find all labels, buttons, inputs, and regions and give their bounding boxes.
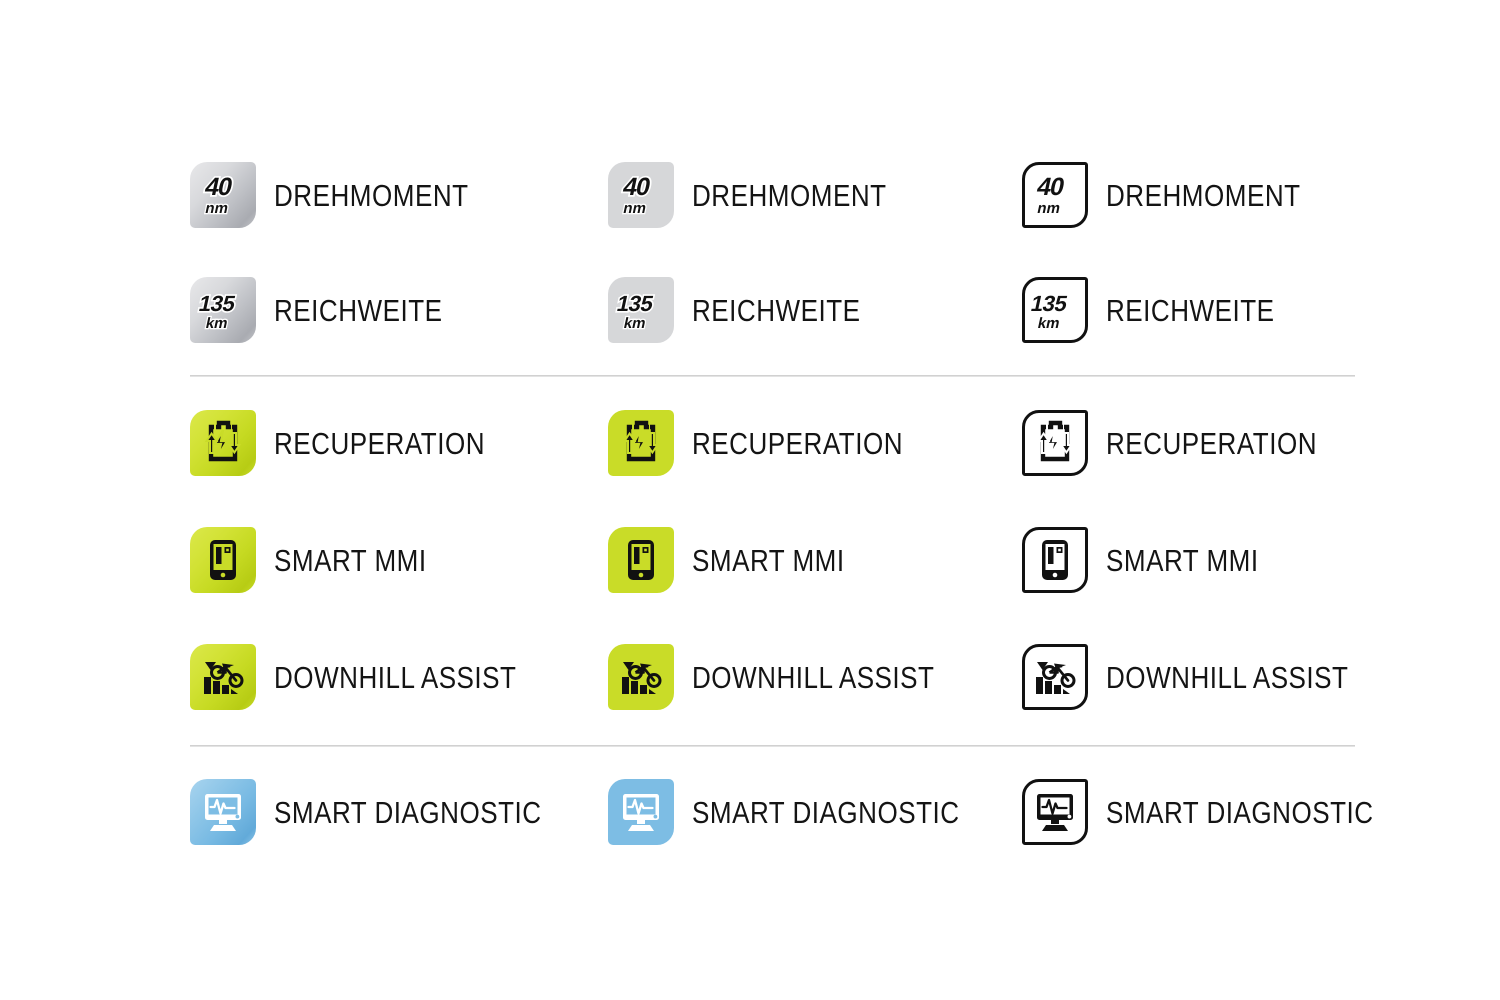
battery-recuperation-icon[interactable] <box>1022 410 1088 476</box>
row-drehmoment: 40 nm DREHMOMENT 40 nm DREHMOMENT 40 nm … <box>0 155 1500 235</box>
item-label: DREHMOMENT <box>692 177 887 213</box>
row-recuperation: RECUPERATION RECUPERATION RECUPERATION <box>0 403 1500 483</box>
item-reichweite-flat[interactable]: 135 km REICHWEITE <box>608 270 893 350</box>
bicycle-descent-chart-icon[interactable] <box>1022 644 1088 710</box>
row-downhill-assist: DOWNHILL ASSIST DOWNHILL ASSIST DOWNHILL… <box>0 637 1500 717</box>
item-label: RECUPERATION <box>692 425 904 461</box>
svg-text:km: km <box>204 315 229 332</box>
svg-text:nm: nm <box>1036 200 1062 217</box>
torque-badge-icon[interactable]: 40 nm <box>1022 162 1088 228</box>
item-smart-mmi-outline[interactable]: SMART MMI <box>1022 520 1288 600</box>
smartphone-display-icon[interactable] <box>190 527 256 593</box>
battery-recuperation-icon[interactable] <box>608 410 674 476</box>
item-smart-diagnostic-gradient[interactable]: SMART DIAGNOSTIC <box>190 772 593 852</box>
item-downhill-assist-outline[interactable]: DOWNHILL ASSIST <box>1022 637 1395 717</box>
item-label: SMART MMI <box>1106 542 1259 578</box>
row-reichweite: 135 km REICHWEITE 135 km REICHWEITE 135 … <box>0 270 1500 350</box>
range-badge-icon[interactable]: 135 km <box>608 277 674 343</box>
battery-recuperation-icon[interactable] <box>190 410 256 476</box>
monitor-pulse-icon[interactable] <box>608 779 674 845</box>
item-smart-diagnostic-flat[interactable]: SMART DIAGNOSTIC <box>608 772 1011 852</box>
svg-text:135: 135 <box>615 291 656 316</box>
smartphone-display-icon[interactable] <box>608 527 674 593</box>
item-label: SMART MMI <box>274 542 427 578</box>
item-label: REICHWEITE <box>692 292 861 328</box>
svg-text:135: 135 <box>197 291 238 316</box>
item-drehmoment-flat[interactable]: 40 nm DREHMOMENT <box>608 155 924 235</box>
svg-text:km: km <box>622 315 647 332</box>
svg-text:135: 135 <box>1029 291 1070 316</box>
item-label: DOWNHILL ASSIST <box>274 659 517 695</box>
item-reichweite-outline[interactable]: 135 km REICHWEITE <box>1022 270 1307 350</box>
item-recuperation-flat[interactable]: RECUPERATION <box>608 403 943 483</box>
svg-text:40: 40 <box>1034 173 1067 201</box>
svg-text:nm: nm <box>622 200 648 217</box>
section-divider <box>190 375 1355 377</box>
svg-text:km: km <box>1036 315 1061 332</box>
item-label: RECUPERATION <box>1106 425 1318 461</box>
item-label: SMART DIAGNOSTIC <box>1106 794 1374 830</box>
item-label: SMART MMI <box>692 542 845 578</box>
range-badge-icon[interactable]: 135 km <box>1022 277 1088 343</box>
item-label: SMART DIAGNOSTIC <box>692 794 960 830</box>
item-label: DREHMOMENT <box>274 177 469 213</box>
svg-text:40: 40 <box>620 173 653 201</box>
icon-sheet: 40 nm DREHMOMENT 40 nm DREHMOMENT 40 nm … <box>0 0 1500 1000</box>
item-recuperation-gradient[interactable]: RECUPERATION <box>190 403 525 483</box>
row-smart-diagnostic: SMART DIAGNOSTIC SMART DIAGNOSTIC SMART … <box>0 772 1500 852</box>
item-label: DREHMOMENT <box>1106 177 1301 213</box>
item-smart-mmi-gradient[interactable]: SMART MMI <box>190 520 456 600</box>
bicycle-descent-chart-icon[interactable] <box>608 644 674 710</box>
torque-badge-icon[interactable]: 40 nm <box>608 162 674 228</box>
item-smart-mmi-flat[interactable]: SMART MMI <box>608 520 874 600</box>
item-label: REICHWEITE <box>1106 292 1275 328</box>
item-downhill-assist-flat[interactable]: DOWNHILL ASSIST <box>608 637 981 717</box>
item-label: DOWNHILL ASSIST <box>1106 659 1349 695</box>
monitor-pulse-icon[interactable] <box>190 779 256 845</box>
item-drehmoment-gradient[interactable]: 40 nm DREHMOMENT <box>190 155 506 235</box>
item-drehmoment-outline[interactable]: 40 nm DREHMOMENT <box>1022 155 1338 235</box>
svg-text:nm: nm <box>204 200 230 217</box>
svg-text:40: 40 <box>202 173 235 201</box>
item-downhill-assist-gradient[interactable]: DOWNHILL ASSIST <box>190 637 563 717</box>
item-label: SMART DIAGNOSTIC <box>274 794 542 830</box>
item-label: DOWNHILL ASSIST <box>692 659 935 695</box>
item-reichweite-gradient[interactable]: 135 km REICHWEITE <box>190 270 475 350</box>
monitor-pulse-icon[interactable] <box>1022 779 1088 845</box>
range-badge-icon[interactable]: 135 km <box>190 277 256 343</box>
row-smart-mmi: SMART MMI SMART MMI SMART MMI <box>0 520 1500 600</box>
item-smart-diagnostic-outline[interactable]: SMART DIAGNOSTIC <box>1022 772 1425 852</box>
item-recuperation-outline[interactable]: RECUPERATION <box>1022 403 1357 483</box>
section-divider <box>190 745 1355 747</box>
torque-badge-icon[interactable]: 40 nm <box>190 162 256 228</box>
bicycle-descent-chart-icon[interactable] <box>190 644 256 710</box>
item-label: REICHWEITE <box>274 292 443 328</box>
item-label: RECUPERATION <box>274 425 486 461</box>
smartphone-display-icon[interactable] <box>1022 527 1088 593</box>
